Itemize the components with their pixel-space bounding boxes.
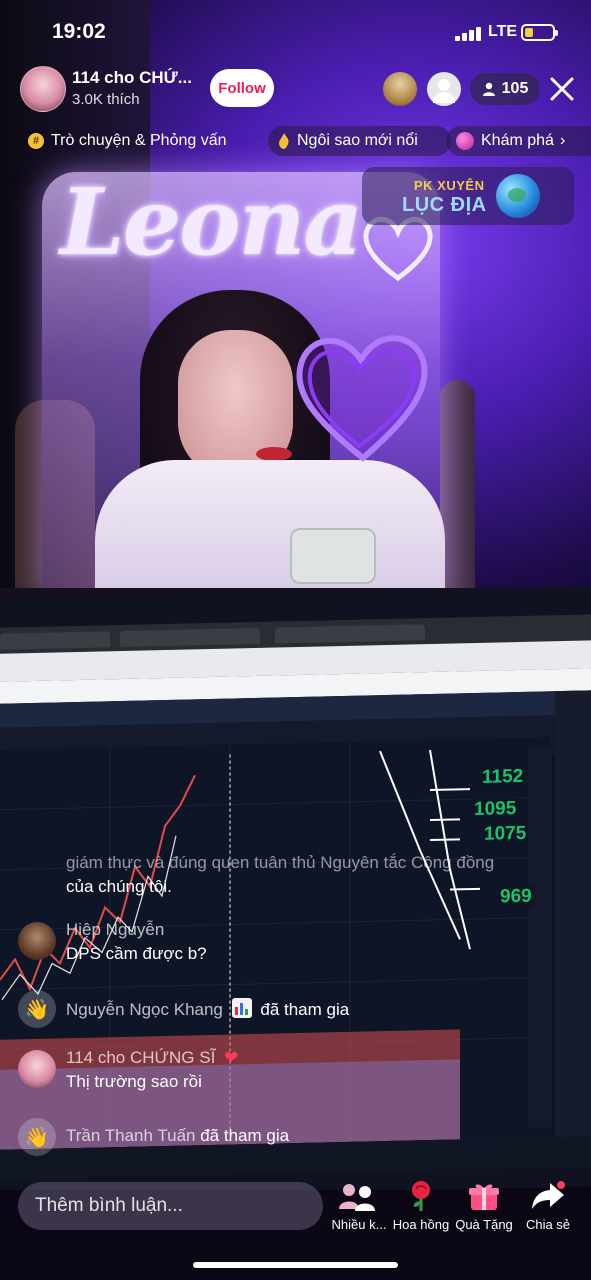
host-avatar[interactable] <box>20 66 66 112</box>
sign-text-leona: Leona <box>60 168 363 276</box>
comment-input[interactable]: Thêm bình luận... <box>18 1182 323 1230</box>
price-label: 1075 <box>482 822 529 846</box>
user-avatar[interactable] <box>18 1050 56 1088</box>
join-suffix: đã tham gia <box>200 1126 290 1145</box>
price-label: 1152 <box>480 765 526 789</box>
host-likes: 3.0K thích <box>72 91 140 108</box>
person-icon <box>482 82 495 96</box>
chat-username[interactable]: 114 cho CHỨNG SĨ ❤ <box>66 1048 238 1068</box>
gift-icon <box>469 1184 499 1210</box>
battery-icon <box>521 24 558 41</box>
comment-placeholder: Thêm bình luận... <box>35 1195 183 1216</box>
chat-username[interactable]: Hiệp Nguyễn <box>66 920 164 940</box>
home-indicator[interactable] <box>193 1262 398 1268</box>
price-axis <box>528 747 552 1128</box>
status-time: 19:02 <box>52 20 106 43</box>
drawn-heart-icon <box>296 335 428 462</box>
viewer-count: 105 <box>501 80 529 97</box>
chair-right <box>440 380 475 590</box>
globe-icon <box>496 174 540 218</box>
multi-guest-button[interactable]: Nhiều k... <box>328 1180 390 1236</box>
flame-icon <box>279 133 289 149</box>
pk-line2: LỤC ĐỊA <box>402 194 487 216</box>
top-viewer-avatar-default[interactable] <box>427 72 461 106</box>
join-suffix: đã tham gia <box>260 1000 350 1019</box>
top-viewer-avatar[interactable] <box>383 72 417 106</box>
join-text: Trần Thanh Tuấn đã tham gia <box>66 1126 289 1146</box>
hash-icon: # <box>28 133 44 149</box>
chat-rules-partial: giám thực và đúng quen tuân thủ Nguyên t… <box>66 853 495 872</box>
multi-guest-icon <box>339 1184 375 1211</box>
pk-line1: PK XUYÊN <box>414 178 485 193</box>
price-label: 969 <box>498 885 534 909</box>
cellular-signal-icon <box>455 27 483 41</box>
host-name[interactable]: 114 cho CHỨ... <box>72 68 192 88</box>
action-label: Nhiều k... <box>331 1217 387 1232</box>
pk-event-badge[interactable]: PK XUYÊN LỤC ĐỊA <box>362 167 574 225</box>
watchlist-panel <box>555 689 591 1152</box>
category-rising-star[interactable]: Ngôi sao mới nổi <box>268 126 451 156</box>
rose-button[interactable]: Hoa hồng <box>390 1180 452 1236</box>
network-type: LTE <box>488 23 518 40</box>
gift-button[interactable]: Quà Tặng <box>453 1180 515 1236</box>
category-label: Trò chuyện & Phỏng vấn <box>51 132 227 149</box>
chat-rules-end: của chúng tôi. <box>66 877 172 896</box>
share-button[interactable]: Chia sẻ <box>517 1180 579 1236</box>
join-username[interactable]: Nguyễn Ngọc Khang <box>66 1000 223 1019</box>
category-label: Khám phá <box>481 132 554 149</box>
heart-badge-icon: ❤ <box>224 1048 239 1067</box>
category-chips: # Trò chuyện & Phỏng vấn Ngôi sao mới nổ… <box>20 126 591 156</box>
streamer-shirt <box>95 460 445 590</box>
category-chat-interview[interactable]: # Trò chuyện & Phỏng vấn <box>20 126 254 156</box>
price-label: 1095 <box>472 798 519 822</box>
chat-text: Thị trường sao rồi <box>66 1072 202 1091</box>
action-label: Hoa hồng <box>392 1217 450 1232</box>
planet-icon <box>456 132 474 150</box>
close-icon[interactable] <box>549 76 575 102</box>
wave-hand-icon: 👋 <box>18 990 56 1028</box>
join-username[interactable]: Trần Thanh Tuấn <box>66 1126 195 1145</box>
follow-button[interactable]: Follow <box>210 69 274 107</box>
phone-in-hand <box>290 528 376 584</box>
chat-text: DPS cầm được b? <box>66 944 207 963</box>
share-icon <box>532 1181 565 1209</box>
join-text: Nguyễn Ngọc Khang đã tham gia <box>66 998 349 1020</box>
action-label: Quà Tặng <box>455 1217 513 1232</box>
status-bar: 19:02 LTE <box>0 18 591 48</box>
wave-hand-icon: 👋 <box>18 1118 56 1156</box>
category-label: Ngôi sao mới nổi <box>297 132 418 149</box>
category-explore[interactable]: Khám phá › <box>446 126 591 156</box>
action-label: Chia sẻ <box>525 1217 571 1232</box>
chevron-right-icon: › <box>559 132 566 149</box>
rose-icon <box>412 1181 430 1211</box>
viewer-count-button[interactable]: 105 <box>470 73 540 105</box>
user-avatar[interactable] <box>18 922 56 960</box>
bar-chart-icon <box>231 998 252 1018</box>
